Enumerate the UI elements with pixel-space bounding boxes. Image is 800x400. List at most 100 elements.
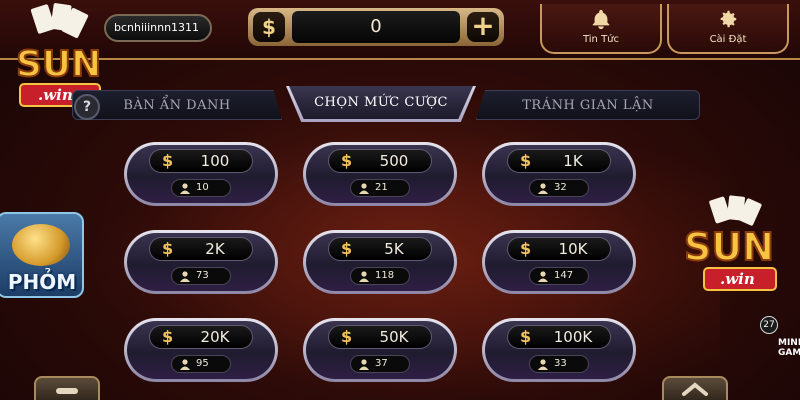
- bet-option-card[interactable]: $10K 147: [482, 230, 636, 294]
- dollar-icon: $: [520, 239, 532, 258]
- players-count-pill: 118: [350, 267, 410, 285]
- tab-choose-bet[interactable]: CHỌN MỨC CƯỢC: [286, 86, 476, 122]
- bet-amount: 2K: [205, 240, 225, 258]
- mini-game-label: MINI GAME: [778, 338, 800, 358]
- add-funds-button[interactable]: +: [467, 12, 499, 42]
- tab-choose-bet-label: CHỌN MỨC CƯỢC: [314, 95, 448, 110]
- players-count: 147: [554, 270, 574, 281]
- players-count-pill: 21: [350, 179, 410, 197]
- bet-card-inner: $500 21: [306, 145, 454, 203]
- news-label: Tin Tức: [582, 34, 620, 45]
- dollar-icon: $: [341, 239, 353, 258]
- dollar-icon: $: [162, 327, 174, 346]
- svg-text:SUN: SUN: [16, 44, 101, 85]
- user-icon: [359, 183, 369, 194]
- bet-card-inner: $100 10: [127, 145, 275, 203]
- balance-bar: $ 0 +: [248, 8, 504, 46]
- bet-amount: 50K: [379, 328, 409, 346]
- user-icon: [180, 271, 190, 282]
- bet-amount-pill: $20K: [149, 325, 253, 349]
- bet-card-inner: $20K 95: [127, 321, 275, 379]
- players-count-pill: 37: [350, 355, 410, 373]
- top-bar: bcnhiiinnn1311 $ 0 + Tin Tức Cài Đặt: [0, 0, 800, 60]
- help-icon[interactable]: ?: [74, 94, 100, 120]
- menu-bar-icon: [56, 388, 78, 394]
- players-count: 21: [375, 182, 388, 193]
- chevron-up-icon: [682, 382, 708, 396]
- bet-amount-pill: $100K: [507, 325, 611, 349]
- players-count: 95: [196, 358, 209, 369]
- bet-amount-pill: $10K: [507, 237, 611, 261]
- bet-card-inner: $5K 118: [306, 233, 454, 291]
- bet-option-card[interactable]: $2K 73: [124, 230, 278, 294]
- user-icon: [180, 183, 190, 194]
- svg-text:SUN: SUN: [684, 225, 774, 269]
- bet-amount-pill: $500: [328, 149, 432, 173]
- bell-icon: [592, 9, 610, 30]
- players-count-pill: 32: [529, 179, 589, 197]
- players-count-pill: 147: [529, 267, 589, 285]
- dollar-icon: $: [162, 239, 174, 258]
- bet-amount-pill: $2K: [149, 237, 253, 261]
- bet-amount-pill: $50K: [328, 325, 432, 349]
- tab-anti-cheat[interactable]: TRÁNH GIAN LẬN: [476, 90, 700, 120]
- bet-option-card[interactable]: $500 21: [303, 142, 457, 206]
- dollar-icon: $: [253, 12, 285, 42]
- bet-amount: 100K: [553, 328, 593, 346]
- svg-text:.win: .win: [720, 270, 755, 288]
- bet-option-card[interactable]: $50K 37: [303, 318, 457, 382]
- bet-card-inner: $10K 147: [485, 233, 633, 291]
- bet-option-card[interactable]: $20K 95: [124, 318, 278, 382]
- user-icon: [538, 271, 548, 282]
- players-count: 37: [375, 358, 388, 369]
- bet-card-inner: $50K 37: [306, 321, 454, 379]
- bet-card-inner: $1K 32: [485, 145, 633, 203]
- players-count: 32: [554, 182, 567, 193]
- tab-bar: BÀN ẨN DANH TRÁNH GIAN LẬN CHỌN MỨC CƯỢC: [72, 86, 700, 122]
- bet-option-card[interactable]: $100K 33: [482, 318, 636, 382]
- players-count-pill: 73: [171, 267, 231, 285]
- bet-amount: 20K: [200, 328, 230, 346]
- bet-amount: 10K: [558, 240, 588, 258]
- players-count: 73: [196, 270, 209, 281]
- bet-card-inner: $100K 33: [485, 321, 633, 379]
- user-icon: [180, 359, 190, 370]
- user-icon: [538, 359, 548, 370]
- bet-card-inner: $2K 73: [127, 233, 275, 291]
- players-count: 118: [375, 270, 395, 281]
- bet-amount: 500: [379, 152, 409, 170]
- players-count-pill: 10: [171, 179, 231, 197]
- players-count: 10: [196, 182, 209, 193]
- tab-anonymous-table[interactable]: BÀN ẨN DANH: [72, 90, 282, 120]
- dollar-icon: $: [520, 151, 532, 170]
- dollar-icon: $: [520, 327, 532, 346]
- gear-icon: [720, 10, 737, 28]
- dollar-icon: $: [162, 151, 174, 170]
- username-label[interactable]: bcnhiiinnn1311: [104, 14, 212, 42]
- coin-pot-icon: [12, 224, 70, 266]
- bet-amount-pill: $1K: [507, 149, 611, 173]
- dollar-icon: $: [341, 327, 353, 346]
- user-icon: [538, 183, 548, 194]
- bet-option-card[interactable]: $100 10: [124, 142, 278, 206]
- settings-button[interactable]: Cài Đặt: [667, 4, 789, 54]
- sunwin-side-logo: SUN .win: [683, 195, 777, 291]
- players-count-pill: 33: [529, 355, 589, 373]
- mini-game-badge: 27: [760, 316, 778, 334]
- menu-toggle-button[interactable]: [34, 376, 100, 400]
- bet-amount-pill: $5K: [328, 237, 432, 261]
- players-count-pill: 95: [171, 355, 231, 373]
- phom-label: PHỎM: [7, 270, 77, 294]
- mini-game-button[interactable]: 27 MINI GAME: [758, 314, 800, 366]
- balance-value: 0: [292, 11, 460, 43]
- settings-label: Cài Đặt: [709, 34, 747, 45]
- bet-option-card[interactable]: $5K 118: [303, 230, 457, 294]
- players-count: 33: [554, 358, 567, 369]
- news-button[interactable]: Tin Tức: [540, 4, 662, 54]
- bet-amount-pill: $100: [149, 149, 253, 173]
- bet-amount: 100: [200, 152, 230, 170]
- bet-option-card[interactable]: $1K 32: [482, 142, 636, 206]
- user-icon: [359, 359, 369, 370]
- expand-up-button[interactable]: [662, 376, 728, 400]
- phom-game-card[interactable]: PHỎM: [0, 212, 84, 298]
